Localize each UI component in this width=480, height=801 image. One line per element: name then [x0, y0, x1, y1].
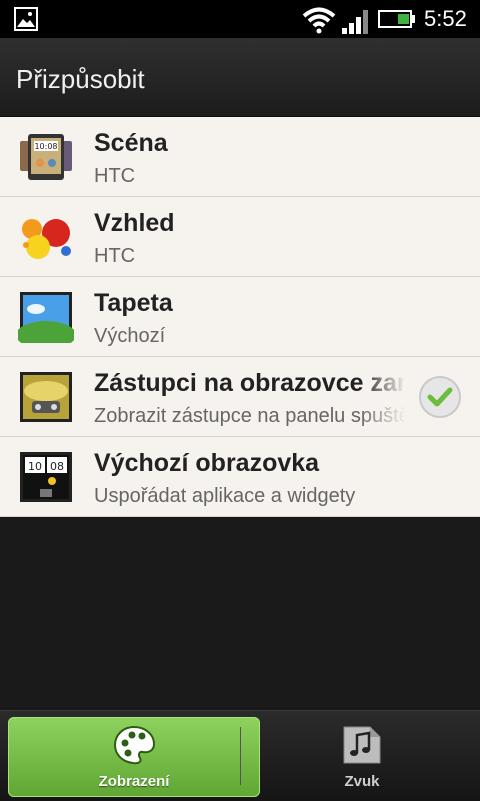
bottom-tab-bar: Zobrazení Zvuk — [0, 710, 480, 801]
music-note-icon — [343, 726, 381, 764]
lockscreen-icon — [20, 372, 72, 422]
tab-label: Zvuk — [344, 773, 380, 790]
tab-sound[interactable]: Zvuk — [244, 717, 480, 797]
svg-text:08: 08 — [50, 460, 64, 473]
list-item-subtitle: HTC — [94, 165, 136, 187]
tab-label: Zobrazení — [98, 773, 170, 790]
list-item-scene[interactable]: 10:08 Scéna HTC — [0, 117, 480, 197]
title-bar: Přizpůsobit — [0, 38, 480, 117]
page-title: Přizpůsobit — [16, 64, 145, 94]
list-item-subtitle: Výchozí — [94, 325, 166, 347]
tab-display[interactable]: Zobrazení — [8, 717, 260, 797]
scene-icon: 10:08 — [20, 134, 72, 180]
checkbox-checked-icon[interactable] — [418, 375, 462, 419]
list-item-wallpaper[interactable]: Tapeta Výchozí — [0, 277, 480, 357]
list-item-lockscreen-shortcuts[interactable]: Zástupci na obrazovce zamčení Zobrazit z… — [0, 357, 480, 437]
wifi-icon — [302, 7, 336, 34]
tab-divider — [240, 727, 241, 785]
text-fade — [360, 357, 406, 436]
home-screen-icon: 10 08 — [20, 452, 72, 502]
wallpaper-icon — [18, 292, 74, 343]
list-item-skin[interactable]: Vzhled HTC — [0, 197, 480, 277]
skin-icon — [22, 219, 71, 259]
battery-icon — [378, 10, 415, 28]
svg-text:10: 10 — [28, 460, 42, 473]
list-item-title: Zástupci na obrazovce zamčení — [94, 369, 404, 397]
list-item-subtitle: Zobrazit zástupce na panelu spuštění — [94, 405, 404, 427]
svg-text:10:08: 10:08 — [34, 142, 57, 151]
list-item-title: Scéna — [94, 129, 168, 157]
gallery-icon — [14, 7, 38, 31]
list-item-title: Vzhled — [94, 209, 175, 237]
list-item-title: Tapeta — [94, 289, 173, 317]
list-item-subtitle: HTC — [94, 245, 136, 267]
list-item-subtitle: Uspořádat aplikace a widgety — [94, 485, 356, 507]
palette-icon — [113, 725, 156, 765]
status-clock: 5:52 — [424, 6, 467, 31]
settings-list: 10:08 Scéna HTC Vzhled HTC Tapeta Výchoz… — [0, 117, 480, 517]
list-item-title: Výchozí obrazovka — [94, 449, 320, 477]
list-item-home-screen[interactable]: 10 08 Výchozí obrazovka Uspořádat aplika… — [0, 437, 480, 517]
signal-icon — [342, 10, 368, 34]
status-bar: 5:52 — [0, 0, 480, 38]
